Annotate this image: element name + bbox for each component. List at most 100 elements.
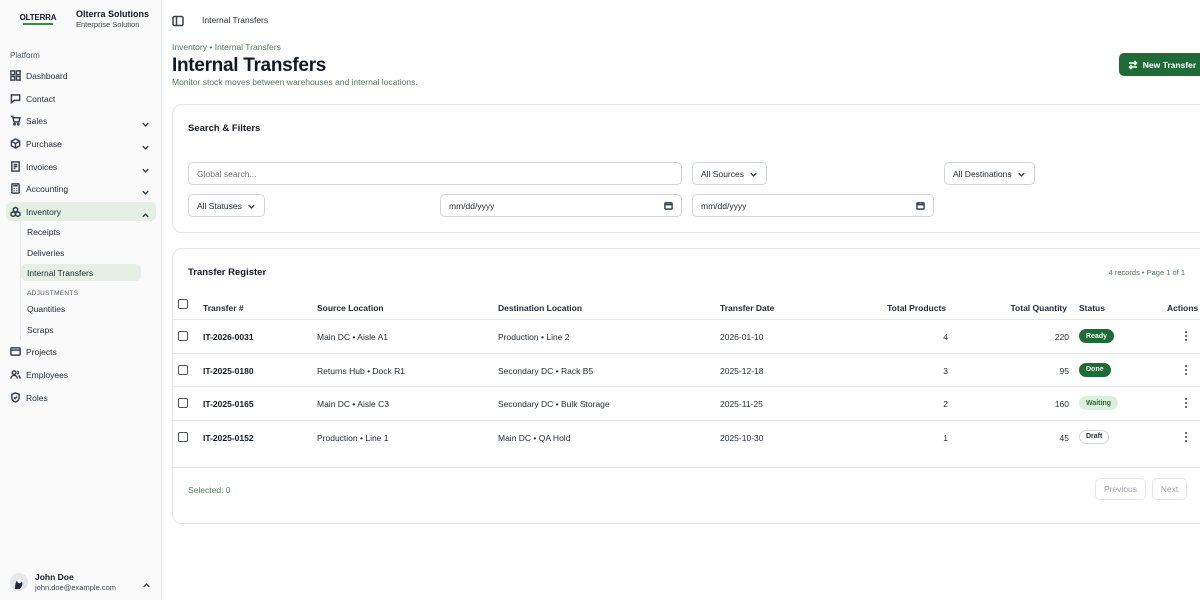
user-text: John Doe john.doe@example.com [35, 572, 116, 593]
sidebar-item-roles[interactable]: Roles [6, 388, 156, 407]
sidebar-item-label: Dashboard [26, 70, 68, 81]
more-vertical-icon[interactable] [1180, 328, 1192, 344]
sidebar-item-employees[interactable]: Employees [6, 365, 156, 384]
column-header-total-products[interactable]: Total Products [887, 303, 946, 313]
row-checkbox[interactable] [178, 364, 188, 375]
destination-select[interactable]: All Destinations [944, 162, 1035, 185]
more-vertical-icon[interactable] [1180, 395, 1192, 411]
sidebar-item-label: Inventory [26, 206, 61, 217]
table-row[interactable]: IT-2025-0165 Main DC • Aisle C3 Secondary … [173, 386, 1200, 419]
dot [1185, 431, 1187, 434]
breadcrumb-item-inventory[interactable]: Inventory [172, 42, 207, 52]
column-header-status[interactable]: Status [1079, 303, 1105, 313]
sidebar-item-label: Roles [26, 392, 48, 403]
dot [1185, 435, 1187, 438]
column-header-date[interactable]: Transfer Date [720, 303, 774, 313]
status-select[interactable]: All Statuses [188, 194, 265, 217]
chevron-down-icon [247, 202, 256, 213]
chevron-down-icon [141, 116, 150, 127]
filters-title: Search & Filters [188, 123, 261, 134]
table-row[interactable]: IT-2025-0152 Production • Line 1 Main DC •… [173, 419, 1200, 453]
sidebar-item-purchase[interactable]: Purchase [6, 134, 156, 153]
user-menu[interactable]: John Doe john.doe@example.com [10, 570, 155, 594]
calendar-icon [664, 201, 673, 212]
app: OLTERRA Olterra Solutions Enterprise Sol… [0, 0, 1200, 600]
chevron-down-icon [141, 162, 150, 173]
breadcrumb-item-internal-transfers[interactable]: Internal Transfers [215, 42, 281, 52]
dot [1185, 402, 1187, 404]
source-select[interactable]: All Sources [692, 162, 767, 185]
sidebar-item-contact[interactable]: Contact [6, 89, 156, 108]
folder-icon [10, 346, 21, 357]
sidebar-item-dashboard[interactable]: Dashboard [6, 66, 156, 85]
dot [1185, 331, 1187, 333]
submenu-item-quantities[interactable]: Quantities [21, 300, 141, 317]
page-title: Internal Transfers [172, 55, 327, 76]
cell-destination: Production • Line 2 [498, 332, 570, 342]
cell-transfer-id[interactable]: IT-2025-0165 [203, 399, 254, 409]
row-checkbox[interactable] [178, 398, 188, 408]
new-transfer-button[interactable]: New Transfer [1119, 53, 1200, 76]
status-badge: Waiting [1079, 396, 1119, 410]
filters-card: Search & Filters Global search... All So… [172, 104, 1200, 233]
more-vertical-icon[interactable] [1180, 362, 1192, 378]
dot [1185, 335, 1187, 337]
message-icon [10, 93, 21, 104]
column-header-destination[interactable]: Destination Location [498, 303, 582, 313]
date-to-input[interactable]: mm/dd/yyyy [692, 194, 934, 217]
more-vertical-icon[interactable] [1180, 429, 1192, 445]
column-header-total-quantity[interactable]: Total Quantity [1010, 303, 1067, 313]
next-button[interactable]: Next [1152, 478, 1187, 500]
sidebar-item-label: Accounting [26, 183, 69, 194]
table-row[interactable]: IT-2026-0031 Main DC • Aisle A1 Production… [173, 319, 1200, 352]
brand[interactable]: OLTERRA Olterra Solutions Enterprise Sol… [14, 8, 149, 30]
cell-destination: Main DC • QA Hold [498, 432, 571, 443]
dot [1185, 364, 1187, 367]
column-header-transfer[interactable]: Transfer # [203, 303, 244, 313]
date-from-input[interactable]: mm/dd/yyyy [440, 194, 682, 217]
cell-date: 2025-11-25 [720, 399, 763, 409]
chevron-down-icon [141, 184, 150, 195]
column-header-source[interactable]: Source Location [317, 303, 384, 313]
global-search-input[interactable]: Global search... [188, 162, 682, 185]
cell-destination: Secondary DC • Bulk Storage [498, 399, 610, 409]
grid-icon [10, 70, 21, 81]
sidebar-item-accounting[interactable]: Accounting [6, 179, 156, 198]
cell-date: 2025-10-30 [720, 432, 764, 443]
status-badge: Ready [1079, 329, 1115, 343]
cell-date: 2025-12-18 [720, 365, 764, 376]
cell-source: Main DC • Aisle A1 [317, 332, 389, 342]
new-transfer-label: New Transfer [1142, 59, 1197, 70]
calculator-icon [10, 183, 21, 194]
row-checkbox[interactable] [178, 431, 188, 442]
status-badge: Done [1079, 362, 1111, 377]
sidebar-item-sales[interactable]: Sales [6, 111, 156, 130]
dot [1185, 339, 1187, 341]
cell-transfer-id[interactable]: IT-2025-0180 [203, 366, 254, 376]
sidebar-section-label: Platform [10, 51, 40, 60]
logo-text: OLTERRA [19, 13, 57, 22]
sidebar-toggle-icon[interactable] [172, 14, 184, 27]
submenu-item-deliveries[interactable]: Deliveries [21, 244, 141, 261]
brand-text: Olterra Solutions Enterprise Solution [76, 8, 149, 30]
table-row[interactable]: IT-2025-0180 Returns Hub • Dock R1 Seconda… [173, 352, 1200, 386]
previous-button[interactable]: Previous [1095, 478, 1146, 500]
cell-total-quantity: 160 [1054, 399, 1069, 409]
boxes-icon [10, 206, 21, 217]
transfer-arrows-icon [1128, 59, 1138, 70]
user-name: John Doe [35, 571, 74, 582]
submenu-item-scraps[interactable]: Scraps [21, 321, 141, 338]
dot [1185, 368, 1187, 371]
logo-bar [23, 23, 53, 25]
cell-total-products: 3 [943, 365, 948, 376]
submenu-item-receipts[interactable]: Receipts [21, 223, 141, 240]
sidebar-item-invoices[interactable]: Invoices [6, 157, 156, 176]
select-all-checkbox[interactable] [178, 299, 188, 309]
sidebar-item-projects[interactable]: Projects [6, 342, 156, 361]
cart-icon [10, 115, 21, 126]
submenu-item-internal-transfers[interactable]: Internal Transfers [21, 264, 141, 281]
cell-transfer-id[interactable]: IT-2025-0152 [203, 433, 254, 443]
sidebar-item-inventory[interactable]: Inventory [6, 202, 156, 221]
cell-transfer-id[interactable]: IT-2026-0031 [203, 332, 254, 342]
row-checkbox[interactable] [178, 331, 188, 341]
